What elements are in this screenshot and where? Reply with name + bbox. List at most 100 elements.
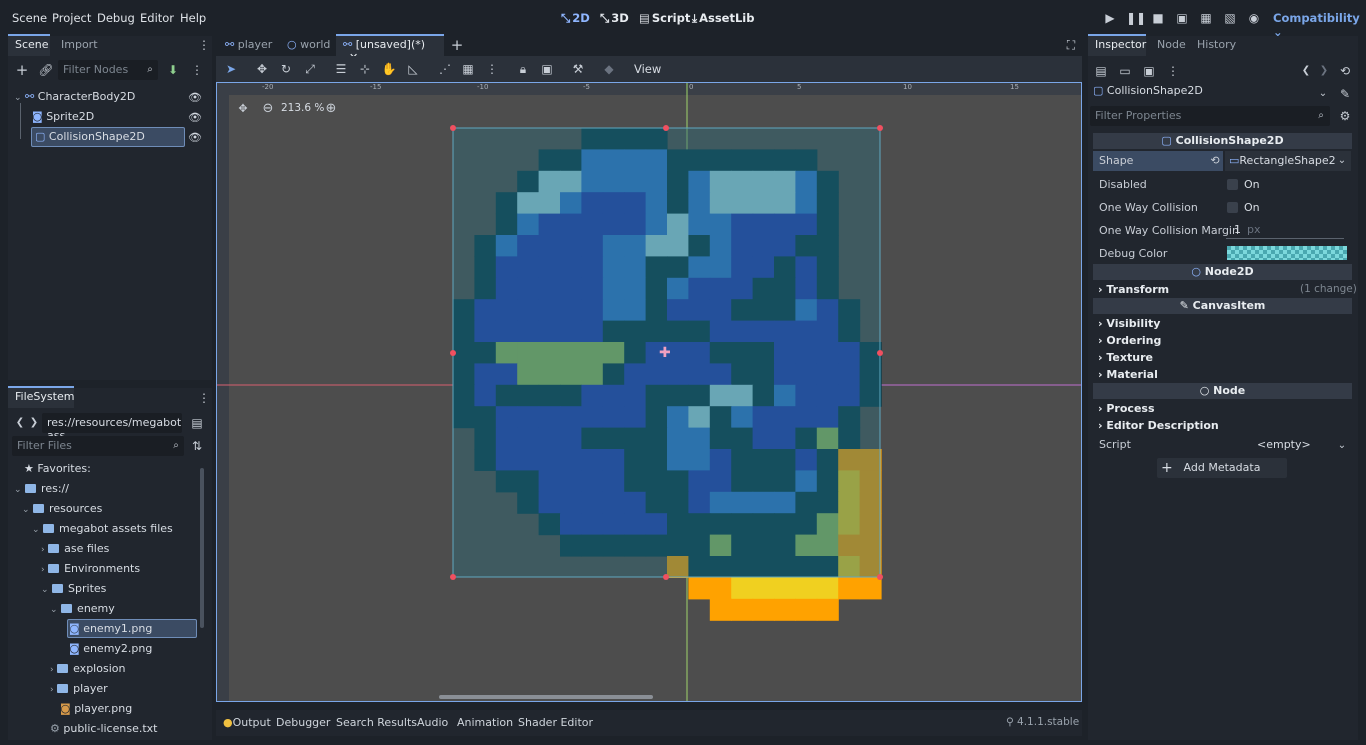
tab-filesystem[interactable]: FileSystem: [8, 386, 74, 408]
debug-color-swatch[interactable]: [1227, 246, 1347, 260]
fs-file-enemy1[interactable]: ◙ enemy1.png: [69, 622, 152, 642]
zoom-out-icon[interactable]: ⊖: [260, 101, 276, 117]
object-history-icon[interactable]: ⟲: [1337, 63, 1353, 79]
play-scene-icon[interactable]: ▦: [1198, 10, 1214, 26]
chevron-down-icon[interactable]: ⌄: [1334, 438, 1350, 454]
fs-folder-environments[interactable]: › Environments: [41, 562, 140, 582]
group-texture[interactable]: › Texture: [1098, 351, 1153, 364]
visibility-eye-icon[interactable]: 👁︎: [188, 131, 202, 145]
play-custom-icon[interactable]: ▧: [1222, 10, 1238, 26]
tab-scene[interactable]: Scene: [8, 34, 50, 56]
disabled-checkbox[interactable]: [1227, 179, 1238, 190]
tab-unsaved[interactable]: ⚯ [unsaved](*) ✕: [336, 34, 444, 64]
group-editor-description[interactable]: › Editor Description: [1098, 419, 1219, 432]
sort-icon[interactable]: ⇅: [189, 438, 205, 454]
new-tab-icon[interactable]: +: [449, 37, 465, 53]
bone-icon[interactable]: ⚒: [570, 61, 586, 77]
group-ordering[interactable]: › Ordering: [1098, 334, 1161, 347]
smart-snap-icon[interactable]: ⋰: [437, 61, 453, 77]
camera-icon[interactable]: ◆: [601, 61, 617, 77]
list-select-icon[interactable]: ☰: [333, 61, 349, 77]
visibility-eye-icon[interactable]: 👁︎: [188, 91, 202, 105]
menu-project[interactable]: Project: [52, 11, 91, 25]
add-metadata-button[interactable]: + Add Metadata: [1157, 458, 1287, 478]
pan-tool-icon[interactable]: ✋: [381, 61, 397, 77]
instance-scene-icon[interactable]: ⬇: [165, 62, 181, 78]
tab-player[interactable]: ⚯ player: [218, 34, 279, 56]
forward-icon[interactable]: ❯: [26, 415, 42, 431]
tab-history[interactable]: History: [1190, 34, 1243, 56]
tree-node-characterbody2d[interactable]: ⌄ ⚯ CharacterBody2D: [14, 90, 135, 110]
history-forward-icon[interactable]: ❯: [1316, 63, 1332, 79]
workspace-assetlib[interactable]: ⤓ AssetLib: [692, 11, 754, 26]
split-mode-icon[interactable]: ▤: [189, 415, 205, 431]
menu-editor[interactable]: Editor: [140, 11, 174, 25]
zoom-level[interactable]: 213.6 %: [281, 102, 324, 114]
tab-audio[interactable]: Audio: [417, 716, 448, 729]
save-resource-icon[interactable]: ▣: [1141, 63, 1157, 79]
tab-output[interactable]: ●Output: [223, 716, 271, 729]
fs-folder-explosion[interactable]: › explosion: [50, 662, 125, 682]
property-options-icon[interactable]: ⚙: [1337, 108, 1353, 124]
scale-tool-icon[interactable]: ⤢: [302, 61, 318, 77]
tab-world[interactable]: ○ world: [280, 34, 337, 56]
renderer-select[interactable]: Compatibility ⌄: [1273, 11, 1366, 39]
group-visibility[interactable]: › Visibility: [1098, 317, 1160, 330]
path-field[interactable]: res://resources/megabot ass: [42, 413, 182, 442]
group-process[interactable]: › Process: [1098, 402, 1155, 415]
pause-icon[interactable]: ❚❚: [1126, 10, 1146, 26]
tab-debugger[interactable]: Debugger: [276, 716, 330, 729]
resource-menu-icon[interactable]: ⋮: [1165, 63, 1181, 79]
snap-menu-icon[interactable]: ⋮: [484, 61, 500, 77]
tab-shader-editor[interactable]: Shader Editor: [518, 716, 593, 729]
workspace-script[interactable]: ▤ Script: [639, 11, 690, 25]
chevron-down-icon[interactable]: ⌄: [1334, 153, 1350, 169]
object-selector[interactable]: ▢ CollisionShape2D: [1093, 84, 1333, 102]
stop-icon[interactable]: ■: [1150, 10, 1166, 26]
menu-scene[interactable]: Scene: [12, 11, 47, 25]
workspace-3d[interactable]: ⤡ 3D: [600, 11, 629, 26]
add-node-icon[interactable]: +: [14, 62, 30, 78]
tab-inspector[interactable]: Inspector: [1088, 34, 1146, 56]
fs-folder-megabot[interactable]: ⌄ megabot assets files: [32, 522, 173, 542]
tree-node-collisionshape2d[interactable]: ▢ CollisionShape2D: [35, 130, 145, 150]
group-icon[interactable]: ▣: [539, 61, 555, 77]
history-back-icon[interactable]: ❮: [1298, 63, 1314, 79]
scene-menu-icon[interactable]: ⋮: [189, 62, 205, 78]
workspace-2d[interactable]: ⤡ 2D: [561, 11, 590, 26]
canvas-viewport[interactable]: ✚ -20 -15 -10 -5 0 5 10 15 ✥ ⊖ 213.6 % ⊕: [216, 82, 1082, 702]
filter-properties-input[interactable]: Filter Properties: [1090, 106, 1330, 126]
visibility-eye-icon[interactable]: 👁︎: [188, 111, 202, 125]
tool-icon[interactable]: ✎: [1337, 86, 1353, 102]
chevron-down-icon[interactable]: ⌄: [1315, 86, 1331, 102]
rotate-tool-icon[interactable]: ↻: [278, 61, 294, 77]
tab-search-results[interactable]: Search Results: [336, 716, 417, 729]
filter-files-input[interactable]: Filter Files: [12, 436, 184, 456]
fs-file-player-png[interactable]: ◙ player.png: [60, 702, 132, 722]
movie-maker-icon[interactable]: ◉: [1246, 10, 1262, 26]
lock-icon[interactable]: 🔒︎: [515, 61, 531, 77]
center-view-icon[interactable]: ✥: [235, 101, 251, 117]
zoom-in-icon[interactable]: ⊕: [323, 101, 339, 117]
select-tool-icon[interactable]: ➤: [223, 61, 239, 77]
link-icon[interactable]: 🔗︎: [38, 62, 54, 78]
fs-file-license[interactable]: ⚙ public-license.txt: [50, 722, 157, 742]
fs-folder-ase[interactable]: › ase files: [41, 542, 109, 562]
view-menu[interactable]: View: [634, 62, 661, 76]
grid-snap-icon[interactable]: ▦: [460, 61, 476, 77]
fs-folder-sprites[interactable]: ⌄ Sprites: [41, 582, 106, 602]
fs-folder-resources[interactable]: ⌄ resources: [22, 502, 102, 522]
menu-help[interactable]: Help: [180, 11, 206, 25]
script-value[interactable]: <empty>: [1257, 438, 1311, 451]
tab-node[interactable]: Node: [1150, 34, 1193, 56]
move-tool-icon[interactable]: ✥: [254, 61, 270, 77]
fs-scrollbar[interactable]: [200, 468, 204, 628]
group-material[interactable]: › Material: [1098, 368, 1158, 381]
open-resource-icon[interactable]: ▭: [1117, 63, 1133, 79]
fs-file-enemy2[interactable]: ◙ enemy2.png: [69, 642, 152, 662]
pivot-icon[interactable]: ⊹: [357, 61, 373, 77]
margin-input[interactable]: 1 px: [1226, 221, 1344, 239]
fs-res-root[interactable]: ⌄ res://: [14, 482, 69, 502]
fs-folder-player[interactable]: › player: [50, 682, 108, 702]
play-icon[interactable]: ▶: [1102, 10, 1118, 26]
